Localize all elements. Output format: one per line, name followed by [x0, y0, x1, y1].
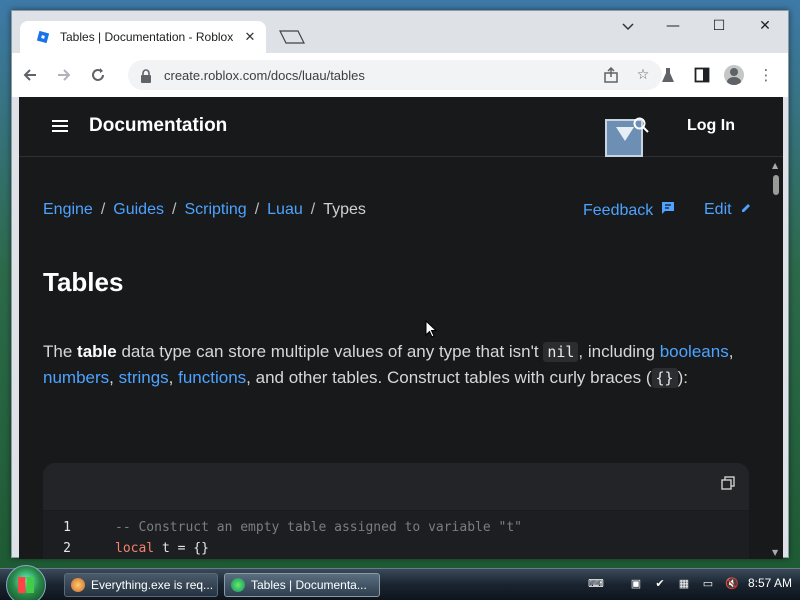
browser-toolbar: create.roblox.com/docs/luau/tables ☆ ⋮ [12, 53, 788, 97]
browser-icon [231, 578, 245, 592]
breadcrumb-separator: / [100, 201, 106, 218]
breadcrumb-engine[interactable]: Engine [43, 201, 93, 219]
code-block-header [43, 463, 749, 511]
shield-icon [71, 578, 85, 592]
breadcrumb-current: Types [323, 201, 366, 218]
intro-text: , and other tables. Construct tables wit… [246, 368, 652, 387]
update-icon[interactable]: ▦ [676, 575, 692, 591]
minimize-button[interactable]: — [650, 11, 696, 41]
feedback-icon [661, 201, 675, 220]
intro-paragraph: The table data type can store multiple v… [43, 339, 753, 391]
tab-close-icon[interactable]: ✕ [242, 30, 258, 45]
breadcrumb: Engine / Guides / Scripting / Luau / Typ… [43, 201, 366, 219]
system-tray: ⌨ ▣ ✔ ▦ ▭ 🔇 8:57 AM [588, 575, 792, 591]
address-bar[interactable]: create.roblox.com/docs/luau/tables ☆ [128, 60, 662, 90]
menu-kebab-icon[interactable]: ⋮ [754, 61, 778, 89]
code-body: 1 -- Construct an empty table assigned t… [43, 511, 749, 559]
inline-code-nil: nil [543, 342, 579, 362]
hamburger-menu-icon[interactable] [52, 120, 68, 134]
monitor-icon[interactable]: ▭ [700, 575, 716, 591]
breadcrumb-luau[interactable]: Luau [267, 201, 303, 219]
scroll-thumb[interactable] [773, 175, 779, 195]
taskbar-item-label: Everything.exe is req... [91, 578, 214, 592]
line-number: 1 [63, 520, 71, 535]
page-title: Tables [43, 267, 124, 297]
page-scrollbar[interactable]: ▲ ▼ [769, 157, 783, 559]
link-functions[interactable]: functions [178, 368, 246, 387]
code-comment: -- Construct an empty table assigned to … [115, 520, 522, 535]
code-keyword: local [115, 541, 155, 556]
start-button[interactable] [6, 565, 46, 600]
intro-bold-table: table [77, 342, 117, 361]
side-panel-icon[interactable] [690, 61, 714, 89]
security-icon[interactable]: ✔ [652, 575, 668, 591]
volume-muted-icon[interactable]: 🔇 [724, 575, 740, 591]
site-header: Documentation Log In [19, 97, 783, 157]
url-text[interactable]: create.roblox.com/docs/luau/tables [164, 68, 365, 83]
breadcrumb-separator: / [310, 201, 316, 218]
tab-search-chevron-icon[interactable] [618, 17, 638, 37]
forward-arrow-icon[interactable] [48, 59, 80, 91]
breadcrumb-guides[interactable]: Guides [113, 201, 164, 219]
taskbar: Everything.exe is req... Tables | Docume… [0, 565, 800, 600]
code-line: 1 -- Construct an empty table assigned t… [43, 517, 749, 538]
keyboard-icon[interactable]: ⌨ [588, 575, 604, 591]
link-numbers[interactable]: numbers [43, 368, 109, 387]
close-button[interactable]: ✕ [742, 11, 788, 41]
intro-text: , [168, 368, 179, 387]
code-rest: t = {} [154, 541, 209, 556]
tab-title: Tables | Documentation - Roblox [60, 30, 234, 44]
feedback-label: Feedback [583, 201, 654, 219]
page-content: Documentation Log In Engine / Guides / S… [19, 97, 783, 559]
bookmark-star-icon[interactable]: ☆ [634, 66, 652, 84]
profile-avatar-icon[interactable] [724, 65, 744, 85]
clock[interactable]: 8:57 AM [748, 576, 792, 590]
inline-code-braces: {} [651, 368, 678, 388]
copy-icon[interactable] [721, 475, 735, 490]
maximize-button[interactable]: ☐ [696, 11, 742, 41]
scroll-up-arrow-icon[interactable]: ▲ [772, 161, 778, 170]
code-block: 1 -- Construct an empty table assigned t… [43, 463, 749, 559]
login-button[interactable]: Log In [687, 117, 735, 135]
network-icon[interactable]: ▣ [628, 575, 644, 591]
pencil-icon [740, 201, 752, 219]
edit-label: Edit [704, 201, 732, 218]
intro-text: The [43, 342, 78, 361]
new-tab-icon[interactable] [276, 27, 306, 47]
intro-text: , [109, 368, 119, 387]
link-strings[interactable]: strings [119, 368, 169, 387]
labs-flask-icon[interactable] [656, 61, 680, 89]
site-title[interactable]: Documentation [89, 115, 227, 137]
intro-text: , [728, 342, 734, 361]
breadcrumb-scripting[interactable]: Scripting [184, 201, 246, 219]
browser-window: Tables | Documentation - Roblox ✕ — ☐ ✕ [11, 10, 789, 559]
browser-tab[interactable]: Tables | Documentation - Roblox ✕ [20, 21, 266, 53]
lock-icon[interactable] [140, 68, 152, 83]
intro-text: ): [677, 368, 688, 387]
reload-icon[interactable] [82, 59, 114, 91]
intro-text: , including [578, 342, 660, 361]
taskbar-item-label: Tables | Documenta... [251, 578, 367, 592]
back-arrow-icon[interactable] [14, 59, 46, 91]
feedback-button[interactable]: Feedback [583, 201, 675, 220]
link-booleans[interactable]: booleans [660, 342, 729, 361]
window-controls: — ☐ ✕ [650, 11, 788, 41]
tray-spacer [612, 575, 620, 591]
code-line: 2 local t = {} [43, 538, 749, 559]
roblox-favicon-icon [36, 30, 50, 44]
edit-button[interactable]: Edit [704, 201, 752, 219]
breadcrumb-separator: / [254, 201, 260, 218]
code-statement: local t = {} [85, 541, 209, 556]
taskbar-item-everything[interactable]: Everything.exe is req... [64, 573, 218, 597]
share-icon[interactable] [602, 66, 620, 84]
line-number: 2 [63, 541, 71, 556]
taskbar-item-browser[interactable]: Tables | Documenta... [224, 573, 380, 597]
scroll-down-arrow-icon[interactable]: ▼ [772, 548, 778, 557]
search-icon[interactable] [633, 117, 649, 137]
intro-text: data type can store multiple values of a… [116, 342, 544, 361]
breadcrumb-separator: / [171, 201, 177, 218]
mouse-cursor-icon [425, 320, 437, 338]
browser-titlebar: Tables | Documentation - Roblox ✕ — ☐ ✕ [12, 11, 788, 53]
